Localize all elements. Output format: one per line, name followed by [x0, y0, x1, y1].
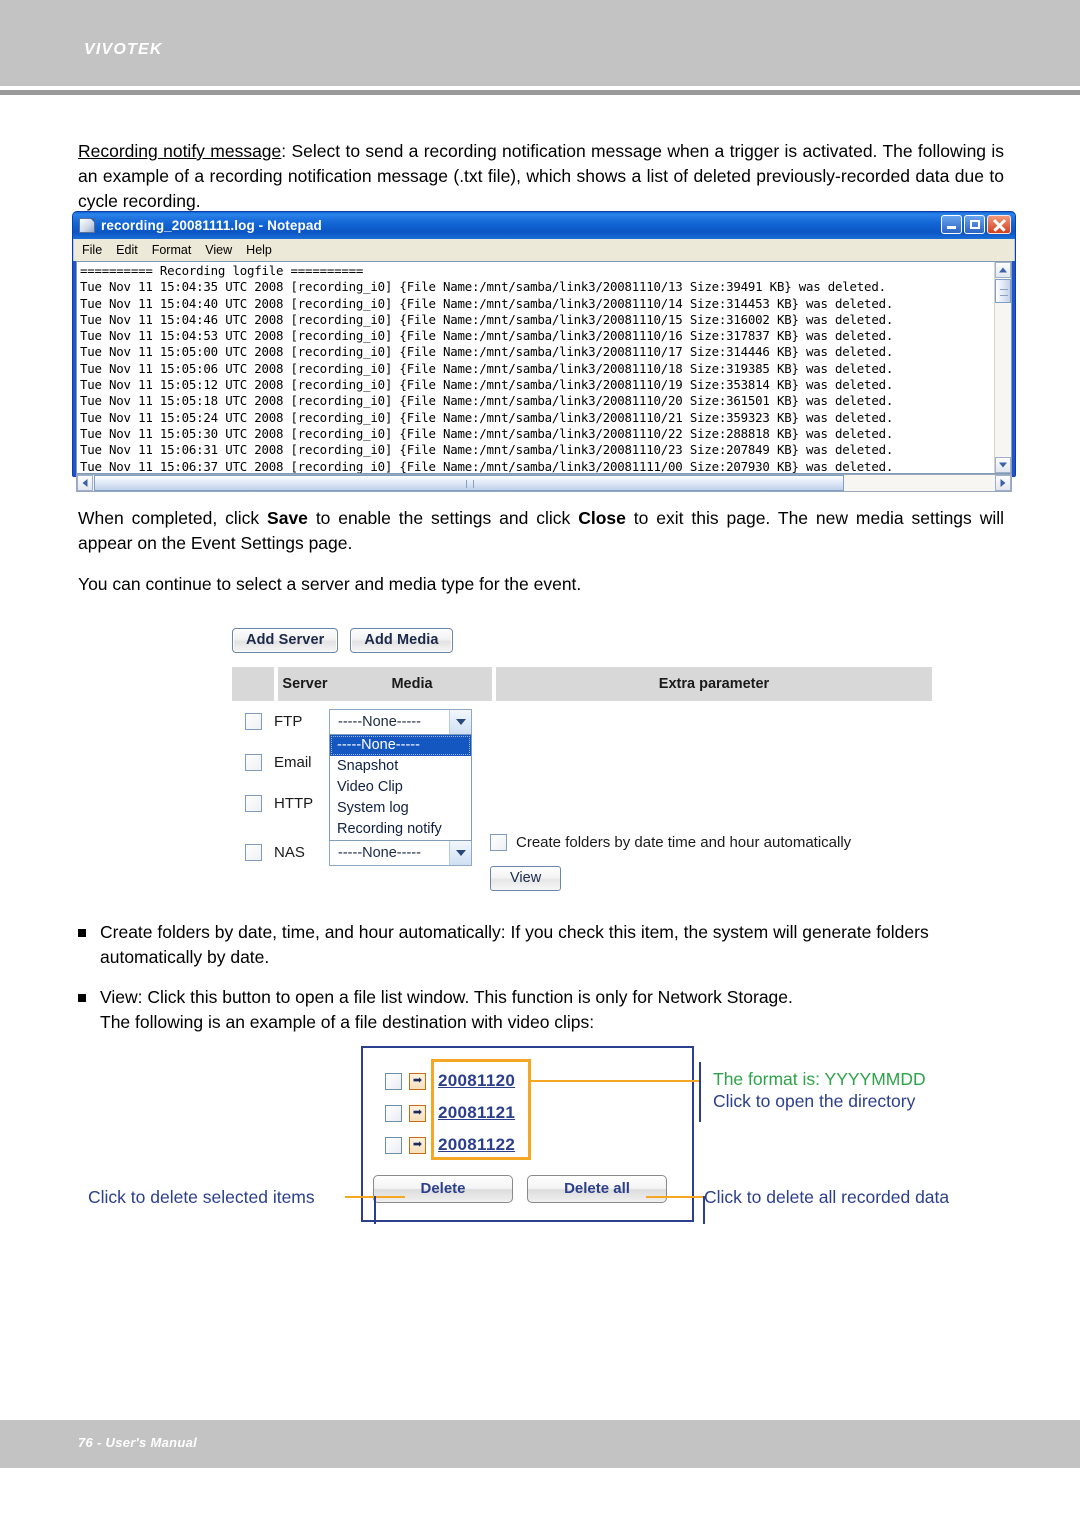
- close-icon[interactable]: [987, 215, 1011, 234]
- dropdown-option-recording-notify[interactable]: Recording notify: [330, 819, 471, 840]
- paragraph-save-close-b: to enable the settings and click: [307, 508, 579, 528]
- file-link-20081122[interactable]: 20081122: [438, 1135, 515, 1155]
- footer-page-number: 76 - User's Manual: [78, 1435, 198, 1450]
- file-list-buttons: Delete Delete all: [373, 1175, 667, 1203]
- scroll-right-icon[interactable]: [995, 475, 1011, 491]
- server-media-panel: Add Server Add Media Server Media Extra …: [232, 628, 932, 898]
- file-list-item: 20081120: [385, 1065, 515, 1097]
- chevron-down-icon[interactable]: [449, 841, 471, 865]
- row-label-ftp: FTP: [274, 713, 303, 730]
- ftp-media-selected-value: -----None-----: [338, 714, 421, 730]
- add-server-button[interactable]: Add Server: [232, 628, 339, 653]
- leader-vertical-format: [699, 1062, 701, 1122]
- media-dropdown-options[interactable]: -----None----- Snapshot Video Clip Syste…: [329, 734, 472, 841]
- dropdown-option-none[interactable]: -----None-----: [330, 735, 471, 756]
- brand-logo: VIVOTEK: [84, 41, 163, 58]
- notepad-title: recording_20081111.log - Notepad: [101, 218, 322, 233]
- ftp-media-select[interactable]: -----None-----: [329, 709, 472, 735]
- file-checkbox-20081122[interactable]: [385, 1136, 402, 1154]
- view-button[interactable]: View: [490, 866, 562, 891]
- maximize-icon[interactable]: [964, 215, 985, 234]
- menu-file[interactable]: File: [82, 243, 102, 257]
- annotation-open-directory: Click to open the directory: [713, 1091, 916, 1111]
- scroll-left-icon[interactable]: [77, 475, 93, 491]
- menu-help[interactable]: Help: [246, 243, 272, 257]
- leader-vertical-delete: [374, 1196, 376, 1224]
- notepad-menubar: File Edit Format View Help: [73, 239, 1015, 261]
- nas-checkbox[interactable]: [245, 844, 262, 861]
- menu-edit[interactable]: Edit: [116, 243, 138, 257]
- vertical-scrollbar[interactable]: [994, 262, 1011, 473]
- notepad-titlebar[interactable]: recording_20081111.log - Notepad: [73, 212, 1015, 239]
- file-checkbox-20081121[interactable]: [385, 1104, 402, 1122]
- notepad-window: recording_20081111.log - Notepad File Ed…: [72, 211, 1016, 492]
- open-directory-icon[interactable]: [409, 1072, 426, 1090]
- horizontal-scrollbar[interactable]: [76, 474, 1012, 492]
- term-close: Close: [578, 508, 626, 528]
- add-media-button[interactable]: Add Media: [350, 628, 453, 653]
- delete-all-button[interactable]: Delete all: [527, 1175, 667, 1203]
- row-label-email: Email: [274, 754, 312, 771]
- bullet-view-line1: View: Click this button to open a file l…: [100, 987, 793, 1007]
- leader-line-delete-all: [646, 1196, 706, 1198]
- vertical-scroll-thumb[interactable]: [995, 279, 1011, 303]
- file-link-20081120[interactable]: 20081120: [438, 1071, 515, 1091]
- table-header-row: Server Media Extra parameter: [232, 667, 932, 703]
- ftp-checkbox[interactable]: [245, 713, 262, 730]
- leader-line-format: [529, 1080, 701, 1082]
- create-folders-row: Create folders by date time and hour aut…: [490, 834, 851, 851]
- page-header: VIVOTEK: [0, 0, 1080, 86]
- bullet-view-line2: The following is an example of a file de…: [100, 1012, 595, 1032]
- term-recording-notify-message: Recording notify message: [78, 141, 282, 161]
- paragraph-save-close-a: When completed, click: [78, 508, 268, 528]
- file-list-item: 20081121: [385, 1097, 515, 1129]
- annotation-delete-selected: Click to delete selected items: [88, 1187, 315, 1207]
- header-media: Media: [391, 676, 433, 692]
- minimize-icon[interactable]: [941, 215, 962, 234]
- header-extra-parameter: Extra parameter: [658, 676, 770, 692]
- horizontal-scroll-thumb[interactable]: [94, 475, 844, 491]
- file-link-20081121[interactable]: 20081121: [438, 1103, 515, 1123]
- dropdown-option-snapshot[interactable]: Snapshot: [330, 756, 471, 777]
- chevron-down-icon[interactable]: [449, 710, 471, 734]
- create-folders-label: Create folders by date time and hour aut…: [516, 834, 852, 851]
- row-label-nas: NAS: [274, 844, 305, 861]
- scroll-up-icon[interactable]: [995, 262, 1011, 278]
- notepad-document-icon: [79, 218, 95, 233]
- delete-button[interactable]: Delete: [373, 1175, 513, 1203]
- annotation-format: The format is: YYYYMMDD: [713, 1069, 926, 1089]
- email-checkbox[interactable]: [245, 754, 262, 771]
- view-button-wrap: View: [490, 866, 562, 891]
- header-server: Server: [282, 676, 328, 692]
- window-controls: [941, 215, 1011, 234]
- dropdown-option-system-log[interactable]: System log: [330, 798, 471, 819]
- notepad-log-text: ========== Recording logfile ========== …: [80, 263, 894, 474]
- file-list-item: 20081122: [385, 1129, 515, 1161]
- menu-format[interactable]: Format: [152, 243, 192, 257]
- paragraph-save-close: When completed, click Save to enable the…: [78, 506, 1004, 556]
- menu-view[interactable]: View: [205, 243, 232, 257]
- file-list-window: 20081120 20081121 20081122 Delete Delete…: [361, 1046, 694, 1222]
- page-footer: 76 - User's Manual: [0, 1420, 1080, 1468]
- create-folders-checkbox[interactable]: [490, 834, 507, 851]
- bullet-view: View: Click this button to open a file l…: [78, 985, 1004, 1035]
- http-checkbox[interactable]: [245, 795, 262, 812]
- header-divider: [0, 90, 1080, 95]
- open-directory-icon[interactable]: [409, 1104, 426, 1122]
- paragraph-recording-notify: Recording notify message: Select to send…: [78, 139, 1004, 214]
- panel-button-row: Add Server Add Media: [232, 628, 453, 653]
- bullet-create-folders: Create folders by date, time, and hour a…: [78, 920, 1004, 970]
- open-directory-icon[interactable]: [409, 1136, 426, 1154]
- file-checkbox-20081120[interactable]: [385, 1072, 402, 1090]
- paragraph-continue-select: You can continue to select a server and …: [78, 574, 582, 594]
- annotation-delete-all: Click to delete all recorded data: [704, 1187, 950, 1207]
- nas-media-select[interactable]: -----None-----: [329, 840, 472, 866]
- file-list-rows: 20081120 20081121 20081122: [385, 1065, 515, 1161]
- scroll-down-icon[interactable]: [995, 457, 1011, 473]
- nas-media-selected-value: -----None-----: [338, 845, 421, 861]
- term-save: Save: [267, 508, 308, 528]
- notepad-text-area[interactable]: ========== Recording logfile ========== …: [76, 261, 1012, 474]
- dropdown-option-video-clip[interactable]: Video Clip: [330, 777, 471, 798]
- row-label-http: HTTP: [274, 795, 314, 812]
